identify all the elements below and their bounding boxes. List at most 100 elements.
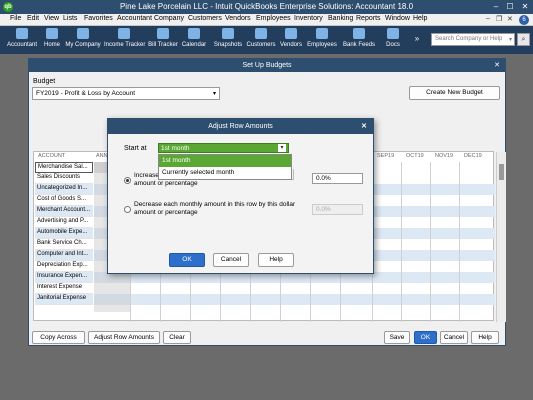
home-icon	[46, 28, 58, 39]
help-button[interactable]: Help	[471, 331, 499, 344]
decrease-label-line2: amount or percentage	[134, 209, 198, 216]
overlay-close-icon[interactable]: ✕	[358, 119, 370, 134]
account-row-insurance-expense[interactable]: Insurance Expen...	[35, 272, 93, 283]
account-row-bank-service-charges[interactable]: Bank Service Ch...	[35, 239, 93, 250]
chevron-down-icon: ▾	[278, 144, 286, 152]
account-row-sales-discounts[interactable]: Sales Discounts	[35, 173, 93, 184]
menu-reports[interactable]: Reports	[356, 15, 381, 22]
clear-button[interactable]: Clear	[163, 331, 191, 344]
menu-window[interactable]: Window	[385, 15, 410, 22]
option-1st-month[interactable]: 1st month	[159, 155, 291, 167]
toolbar-home[interactable]: Home	[41, 28, 63, 53]
set-up-budgets-title-bar: Set Up Budgets ✕	[29, 59, 505, 72]
toolbar-my-company[interactable]: My Company	[65, 28, 101, 53]
toolbar-income-tracker[interactable]: Income Tracker	[104, 28, 145, 53]
adjust-row-amounts-button[interactable]: Adjust Row Amounts	[88, 331, 160, 344]
accountant-icon	[16, 28, 28, 39]
toolbar-bill-tracker[interactable]: Bill Tracker	[147, 28, 179, 53]
decrease-amount-input: 0.0%	[312, 204, 363, 215]
search-input[interactable]: Search Company or Help ▾	[431, 33, 515, 46]
grid-scrollbar[interactable]	[496, 152, 506, 322]
vendors-icon	[285, 28, 297, 39]
customers-icon	[255, 28, 267, 39]
notification-badge[interactable]: 6	[519, 15, 529, 25]
adjust-row-amounts-title-bar: Adjust Row Amounts ✕	[108, 119, 373, 134]
cancel-button[interactable]: Cancel	[440, 331, 468, 344]
menu-accountant[interactable]: Accountant	[117, 15, 152, 22]
create-new-budget-button[interactable]: Create New Budget	[409, 86, 500, 100]
increase-radio[interactable]	[124, 177, 131, 184]
menu-inventory[interactable]: Inventory	[294, 15, 323, 22]
account-row-computer-and-internet[interactable]: Computer and Int...	[35, 250, 93, 261]
table-row-band	[94, 294, 495, 305]
increase-label-line1: Increase	[134, 172, 159, 179]
copy-across-button[interactable]: Copy Across	[32, 331, 85, 344]
minimize-icon[interactable]: –	[489, 1, 503, 12]
account-row-janitorial-expense[interactable]: Janitorial Expense	[35, 294, 93, 305]
account-row-interest-expense[interactable]: Interest Expense	[35, 283, 93, 294]
toolbar-accountant[interactable]: Accountant	[6, 28, 38, 53]
toolbar-snapshots[interactable]: Snapshots	[212, 28, 244, 53]
start-at-label: Start at	[124, 145, 147, 152]
adjust-cancel-button[interactable]: Cancel	[213, 253, 249, 267]
scrollbar-thumb[interactable]	[499, 164, 504, 180]
column-header-account: ACCOUNT	[38, 153, 66, 159]
menu-edit[interactable]: Edit	[27, 15, 39, 22]
bill-tracker-icon	[157, 28, 169, 39]
menu-customers[interactable]: Customers	[188, 15, 222, 22]
menu-file[interactable]: File	[10, 15, 21, 22]
column-header-nov19: NOV19	[435, 153, 454, 159]
app-title-bar: qb Pine Lake Porcelain LLC - Intuit Quic…	[0, 0, 533, 14]
icon-bar: Accountant Home My Company Income Tracke…	[0, 26, 533, 54]
toolbar-calendar[interactable]: Calendar	[181, 28, 207, 53]
docs-icon	[387, 28, 399, 39]
menu-employees[interactable]: Employees	[256, 15, 291, 22]
menu-banking[interactable]: Banking	[328, 15, 353, 22]
search-icon[interactable]: ⌕	[517, 33, 530, 46]
account-row-depreciation-expense[interactable]: Depreciation Exp...	[35, 261, 93, 272]
adjust-help-button[interactable]: Help	[258, 253, 294, 267]
budget-label: Budget	[33, 78, 56, 85]
toolbar-bank-feeds[interactable]: Bank Feeds	[342, 28, 376, 53]
menu-view[interactable]: View	[44, 15, 59, 22]
account-row-uncategorized-income[interactable]: Uncategorized In...	[35, 184, 93, 195]
menu-bar: File Edit View Lists Favorites Accountan…	[0, 14, 533, 26]
overlay-title: Adjust Row Amounts	[208, 123, 273, 130]
mdi-restore-icon[interactable]: ❐	[496, 15, 502, 23]
app-title: Pine Lake Porcelain LLC - Intuit QuickBo…	[119, 2, 414, 11]
dialog-close-icon[interactable]: ✕	[491, 59, 503, 72]
search-dropdown-icon[interactable]: ▾	[509, 36, 512, 43]
save-button[interactable]: Save	[384, 331, 410, 344]
menu-help[interactable]: Help	[413, 15, 427, 22]
option-currently-selected-month[interactable]: Currently selected month	[159, 167, 291, 179]
increase-amount-input[interactable]: 0.0%	[312, 173, 363, 184]
toolbar-vendors[interactable]: Vendors	[278, 28, 304, 53]
column-header-oct19: OCT19	[406, 153, 424, 159]
account-row-advertising[interactable]: Advertising and P...	[35, 217, 93, 228]
chevron-down-icon: ▾	[212, 91, 216, 97]
toolbar-docs[interactable]: Docs	[382, 28, 404, 53]
mdi-close-icon[interactable]: ✕	[507, 15, 513, 23]
toolbar-employees[interactable]: Employees	[306, 28, 338, 53]
account-row-merchandise-sales[interactable]: Merchandise Sal...	[35, 162, 93, 173]
ok-button[interactable]: OK	[414, 331, 437, 344]
toolbar-customers[interactable]: Customers	[246, 28, 276, 53]
mdi-minimize-icon[interactable]: –	[486, 15, 490, 22]
maximize-icon[interactable]: ☐	[503, 1, 517, 12]
decrease-radio[interactable]	[124, 206, 131, 213]
account-row-automobile-expense[interactable]: Automobile Expe...	[35, 228, 93, 239]
menu-company[interactable]: Company	[154, 15, 184, 22]
start-at-select[interactable]: 1st month ▾	[158, 143, 289, 153]
menu-favorites[interactable]: Favorites	[84, 15, 113, 22]
menu-lists[interactable]: Lists	[63, 15, 77, 22]
toolbar-more-icon[interactable]: »	[412, 34, 422, 59]
menu-vendors[interactable]: Vendors	[225, 15, 251, 22]
grid-divider	[430, 162, 431, 322]
account-row-cost-of-goods-sold[interactable]: Cost of Goods S...	[35, 195, 93, 206]
bank-feeds-icon	[353, 28, 365, 39]
close-app-icon[interactable]: ✕	[518, 1, 532, 12]
adjust-ok-button[interactable]: OK	[169, 253, 205, 267]
dialog-title: Set Up Budgets	[242, 62, 292, 69]
budget-select[interactable]: FY2019 - Profit & Loss by Account ▾	[32, 87, 220, 100]
account-row-merchant-account-fees[interactable]: Merchant Account...	[35, 206, 93, 217]
